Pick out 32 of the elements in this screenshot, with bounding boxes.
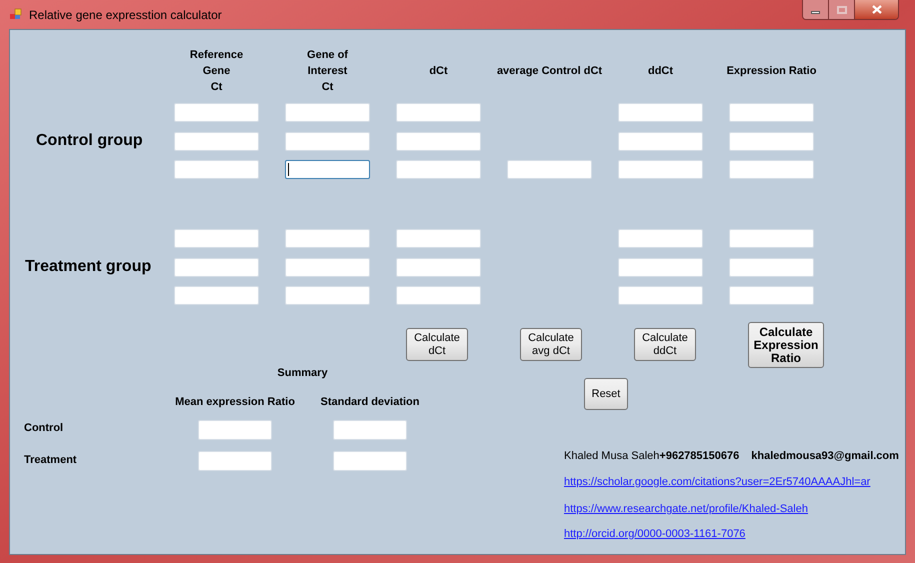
summary-header: Standard deviation <box>320 394 420 410</box>
column-header: dCt <box>429 64 448 79</box>
group-label: Treatment group <box>25 258 152 275</box>
reset-button[interactable]: Reset <box>584 378 628 410</box>
calculate-button[interactable]: Calculate ddCt <box>634 328 696 361</box>
summary-title: Summary <box>277 366 328 381</box>
summary-row-label: Treatment <box>24 453 77 468</box>
email-address: khaledmousa93@gmail.com <box>751 449 899 464</box>
calculate-button[interactable]: Calculate dCt <box>406 328 468 361</box>
profile-link[interactable]: https://www.researchgate.net/profile/Khaled-Saleh <box>564 501 808 518</box>
author-name: Khaled Musa Saleh <box>564 449 660 464</box>
app-icon <box>10 8 22 20</box>
close-button[interactable] <box>855 0 898 19</box>
column-header: Gene of Interest Ct <box>307 48 348 95</box>
column-header: ddCt <box>648 64 674 79</box>
profile-link[interactable]: https://scholar.google.com/citations?user=2Er5740AAAAJhl=ar <box>564 474 870 490</box>
minimize-button[interactable] <box>803 0 829 19</box>
close-icon <box>872 5 882 14</box>
column-header: Expression Ratio <box>726 64 816 79</box>
summary-header: Mean expression Ratio <box>175 394 295 410</box>
text-cursor-icon <box>288 163 289 176</box>
phone-number: +962785150676 <box>659 449 740 464</box>
window-title: Relative gene expresstion calculator <box>29 7 222 24</box>
profile-link[interactable]: http://orcid.org/0000-0003-1161-7076 <box>564 526 746 542</box>
column-header: Reference Gene Ct <box>190 48 244 95</box>
text-field[interactable] <box>285 160 370 179</box>
maximize-button[interactable] <box>829 0 855 19</box>
column-header: average Control dCt <box>496 64 602 79</box>
summary-row-label: Control <box>24 421 64 436</box>
group-label: Control group <box>36 132 143 149</box>
calculate-button[interactable]: Calculate avg dCt <box>520 328 582 361</box>
calculate-button[interactable]: Calculate Expression Ratio <box>748 322 824 368</box>
